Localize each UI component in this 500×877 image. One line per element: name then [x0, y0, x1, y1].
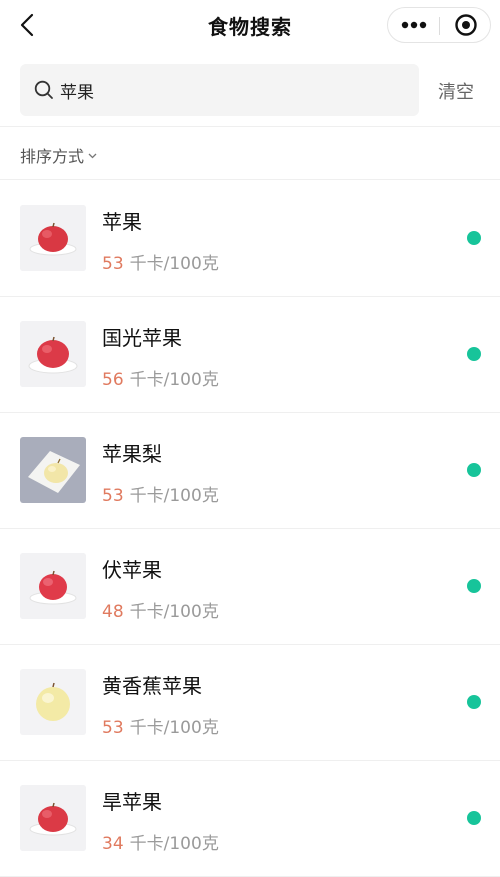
yellow-apple-image	[20, 669, 86, 735]
sort-row: 排序方式	[0, 126, 500, 180]
food-calories: 53 千卡/100克	[102, 481, 219, 506]
search-row: 清空	[0, 50, 500, 126]
calorie-unit: 千卡/100克	[129, 370, 219, 390]
calorie-value: 53	[102, 254, 124, 274]
red-apple-image	[20, 553, 86, 619]
status-dot	[467, 695, 481, 709]
food-list: 苹果 53 千卡/100克 国光苹果 56 千卡/100克 苹果梨 53 千卡/…	[0, 181, 500, 877]
food-calories: 34 千卡/100克	[102, 829, 219, 854]
food-name: 黄香蕉苹果	[102, 674, 202, 698]
calorie-unit: 千卡/100克	[129, 486, 219, 506]
food-thumbnail	[20, 205, 86, 271]
sort-dropdown[interactable]: 排序方式	[20, 143, 97, 167]
food-thumbnail	[20, 437, 86, 503]
red-apple-image	[20, 321, 86, 387]
calorie-value: 56	[102, 370, 124, 390]
food-calories: 53 千卡/100克	[102, 713, 219, 738]
food-name: 苹果梨	[102, 442, 162, 466]
chevron-down-icon	[88, 153, 97, 159]
food-thumbnail	[20, 553, 86, 619]
food-calories: 53 千卡/100克	[102, 249, 219, 274]
food-calories: 48 千卡/100克	[102, 597, 219, 622]
status-dot	[467, 811, 481, 825]
list-item[interactable]: 苹果梨 53 千卡/100克	[0, 413, 500, 529]
more-button[interactable]	[388, 8, 439, 42]
target-close-icon	[454, 14, 477, 36]
food-thumbnail	[20, 669, 86, 735]
red-apple-image	[20, 205, 86, 271]
search-input[interactable]	[60, 64, 400, 116]
yellow-pear-image	[20, 437, 86, 503]
sort-label: 排序方式	[20, 147, 85, 166]
close-mini-program-button[interactable]	[440, 8, 491, 42]
list-item[interactable]: 黄香蕉苹果 53 千卡/100克	[0, 645, 500, 761]
status-dot	[467, 347, 481, 361]
list-item[interactable]: 旱苹果 34 千卡/100克	[0, 761, 500, 877]
clear-button[interactable]: 清空	[438, 78, 474, 104]
search-box[interactable]	[20, 64, 419, 116]
calorie-value: 53	[102, 486, 124, 506]
calorie-unit: 千卡/100克	[129, 602, 219, 622]
calorie-unit: 千卡/100克	[129, 834, 219, 854]
mini-program-capsule	[387, 7, 491, 43]
list-item[interactable]: 苹果 53 千卡/100克	[0, 181, 500, 297]
list-item[interactable]: 国光苹果 56 千卡/100克	[0, 297, 500, 413]
more-dots-icon	[401, 21, 426, 29]
navigation-bar: 食物搜索	[0, 0, 500, 50]
red-apple-image	[20, 785, 86, 851]
food-name: 国光苹果	[102, 326, 182, 350]
status-dot	[467, 463, 481, 477]
food-thumbnail	[20, 785, 86, 851]
food-thumbnail	[20, 321, 86, 387]
calorie-unit: 千卡/100克	[129, 254, 219, 274]
food-calories: 56 千卡/100克	[102, 365, 219, 390]
list-item[interactable]: 伏苹果 48 千卡/100克	[0, 529, 500, 645]
calorie-unit: 千卡/100克	[129, 718, 219, 738]
status-dot	[467, 231, 481, 245]
status-dot	[467, 579, 481, 593]
food-name: 伏苹果	[102, 558, 162, 582]
food-name: 旱苹果	[102, 790, 162, 814]
calorie-value: 48	[102, 602, 124, 622]
food-name: 苹果	[102, 210, 142, 234]
calorie-value: 34	[102, 834, 124, 854]
search-icon	[34, 80, 53, 99]
calorie-value: 53	[102, 718, 124, 738]
